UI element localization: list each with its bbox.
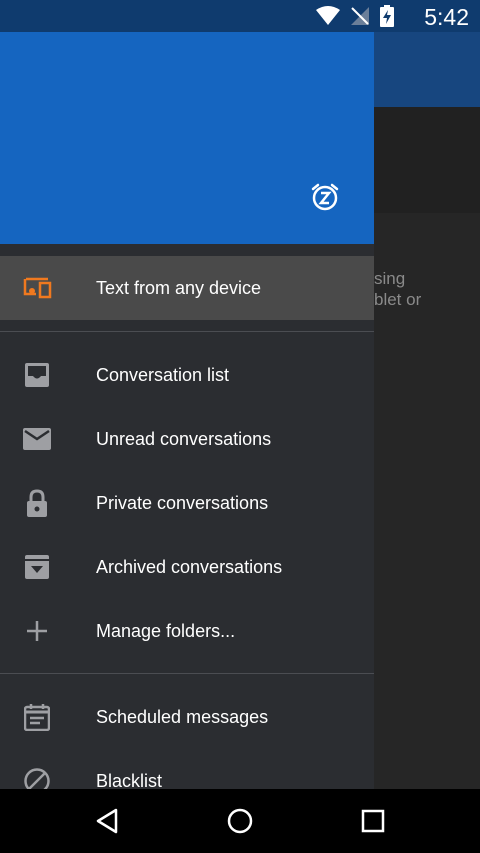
block-icon xyxy=(22,766,52,789)
back-icon[interactable] xyxy=(92,806,122,836)
drawer-item-private-conversations[interactable]: Private conversations xyxy=(0,471,374,535)
drawer-item-text-from-any-device[interactable]: Text from any device xyxy=(0,256,374,320)
drawer-item-label: Text from any device xyxy=(96,277,262,298)
archive-icon xyxy=(22,552,52,582)
lock-icon xyxy=(22,488,52,518)
mail-icon xyxy=(22,424,52,454)
drawer-item-label: Private conversations xyxy=(96,492,269,513)
drawer-item-label: Blacklist xyxy=(96,770,163,790)
drawer-item-label: Unread conversations xyxy=(96,428,272,449)
drawer-item-unread-conversations[interactable]: Unread conversations xyxy=(0,407,374,471)
navigation-drawer: Text from any device Conversation list U… xyxy=(0,32,374,789)
status-icons xyxy=(316,5,394,27)
status-time: 5:42 xyxy=(424,4,469,30)
drawer-item-conversation-list[interactable]: Conversation list xyxy=(0,343,374,407)
inbox-icon xyxy=(22,360,52,390)
drawer-item-archived-conversations[interactable]: Archived conversations xyxy=(0,535,374,599)
drawer-item-label: Scheduled messages xyxy=(96,706,269,727)
drawer-item-scheduled-messages[interactable]: Scheduled messages xyxy=(0,685,374,749)
no-signal-icon xyxy=(351,7,369,25)
status-bar: 5:42 xyxy=(0,0,480,32)
drawer-item-manage-folders[interactable]: Manage folders... xyxy=(0,599,374,663)
drawer-item-label: Manage folders... xyxy=(96,620,236,641)
background-partial-text: sing blet or xyxy=(374,269,422,309)
battery-charging-icon xyxy=(380,5,394,27)
drawer-header xyxy=(0,32,374,244)
snooze-icon[interactable] xyxy=(310,182,340,212)
drawer-item-label: Archived conversations xyxy=(96,556,283,577)
devices-icon xyxy=(22,273,52,303)
drawer-divider xyxy=(0,673,374,674)
drawer-item-blacklist[interactable]: Blacklist xyxy=(0,749,374,789)
home-icon[interactable] xyxy=(225,806,255,836)
drawer-divider xyxy=(0,331,374,332)
system-navigation-bar xyxy=(0,789,480,853)
recents-icon[interactable] xyxy=(358,806,388,836)
calendar-note-icon xyxy=(22,702,52,732)
drawer-item-label: Conversation list xyxy=(96,364,230,385)
wifi-icon xyxy=(316,6,340,25)
add-icon xyxy=(22,616,52,646)
